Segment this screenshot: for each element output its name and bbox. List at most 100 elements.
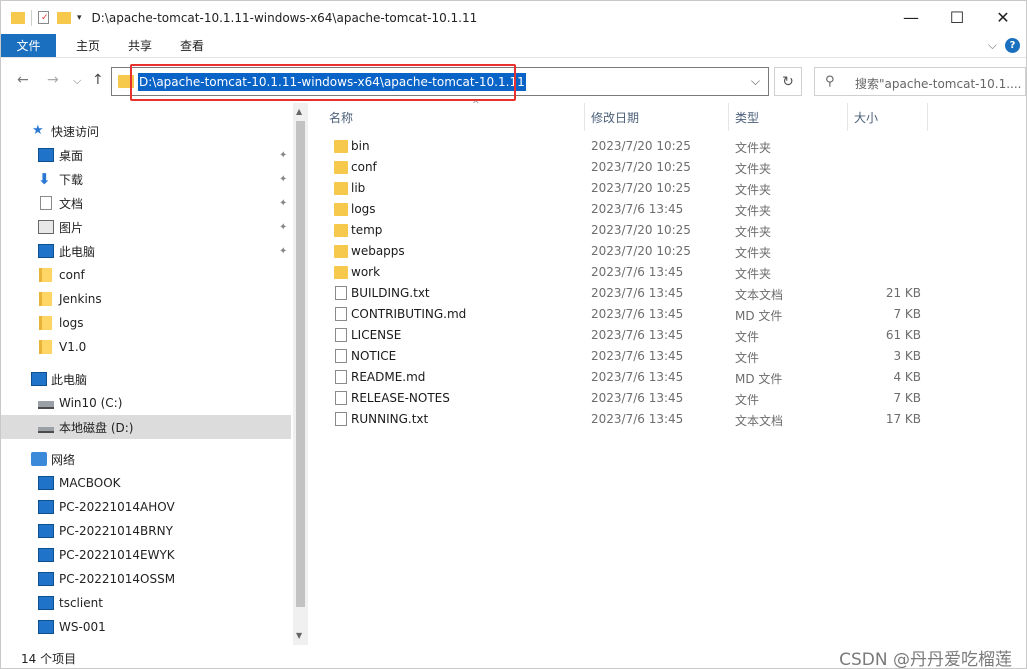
table-row[interactable]: conf 2023/7/20 10:25 文件夹 [308,157,928,178]
table-row[interactable]: work 2023/7/6 13:45 文件夹 [308,262,928,283]
table-row[interactable]: LICENSE 2023/7/6 13:45 文件 61 KB [308,325,928,346]
sidebar-item-ws-001[interactable]: WS-001 [1,615,291,639]
maximize-button[interactable]: ☐ [934,1,980,34]
file-size: 7 KB [893,391,921,405]
sidebar-item-quick-access[interactable]: ★ 快速访问 [1,119,291,143]
file-name: LICENSE [351,328,402,342]
pin-icon[interactable]: ✦ [279,246,287,257]
file-name: conf [351,160,377,174]
file-date: 2023/7/20 10:25 [591,181,691,195]
file-size: 3 KB [893,349,921,363]
sidebar-item-label: Win10 (C:) [59,396,123,410]
pin-icon[interactable]: ✦ [279,150,287,161]
forward-button[interactable]: → [47,72,59,88]
item-count: 14 个项目 [21,652,77,666]
tab-share[interactable]: 共享 [114,34,166,57]
customize-toolbar-icon[interactable]: ▾ [77,13,82,23]
sidebar-item-label: 快速访问 [51,124,100,139]
sidebar-item-desktop[interactable]: 桌面 ✦ [1,143,291,167]
file-name: logs [351,202,376,216]
sidebar-item-pc-ahov[interactable]: PC-20221014AHOV [1,495,291,519]
file-date: 2023/7/6 13:45 [591,370,684,384]
minimize-button[interactable]: — [888,1,934,34]
file-type: 文件夹 [735,204,772,218]
scroll-down-icon[interactable]: ▼ [296,631,302,640]
table-row[interactable]: RUNNING.txt 2023/7/6 13:45 文本文档 17 KB [308,409,928,430]
search-box[interactable]: ⚲ 搜索"apache-tomcat-10.1.... [814,67,1026,96]
sidebar-item-downloads[interactable]: ⬇ 下载 ✦ [1,167,291,191]
scroll-up-icon[interactable]: ▲ [296,107,302,116]
sidebar-item-network[interactable]: 网络 [1,447,291,471]
sidebar-item-conf[interactable]: conf [1,263,291,287]
pin-icon[interactable]: ✦ [279,198,287,209]
address-input[interactable]: D:\apache-tomcat-10.1.11-windows-x64\apa… [138,73,526,91]
sidebar-item-v1[interactable]: V1.0 [1,335,291,359]
pin-icon[interactable]: ✦ [279,174,287,185]
sidebar-item-tsclient[interactable]: tsclient [1,591,291,615]
file-type: 文件夹 [735,267,772,281]
desktop-icon [38,148,54,162]
table-row[interactable]: BUILDING.txt 2023/7/6 13:45 文本文档 21 KB [308,283,928,304]
sidebar-item-this-pc-pinned[interactable]: 此电脑 ✦ [1,239,291,263]
file-size: 7 KB [893,307,921,321]
table-row[interactable]: logs 2023/7/6 13:45 文件夹 [308,199,928,220]
file-type: 文件夹 [735,225,772,239]
pin-icon[interactable]: ✦ [279,222,287,233]
sidebar-item-pc-ewyk[interactable]: PC-20221014EWYK [1,543,291,567]
column-header-type[interactable]: 类型 [729,103,848,131]
tab-home[interactable]: 主页 [56,34,114,57]
table-row[interactable]: README.md 2023/7/6 13:45 MD 文件 4 KB [308,367,928,388]
table-row[interactable]: temp 2023/7/20 10:25 文件夹 [308,220,928,241]
sidebar-item-label: conf [59,268,85,282]
sidebar-item-drive-d[interactable]: 本地磁盘 (D:) [1,415,291,439]
sidebar-item-jenkins[interactable]: Jenkins [1,287,291,311]
file-date: 2023/7/20 10:25 [591,160,691,174]
up-button[interactable]: ↑ [92,72,104,88]
recent-locations-icon[interactable]: ⌵ [73,74,81,88]
file-name: RUNNING.txt [351,412,429,426]
table-row[interactable]: CONTRIBUTING.md 2023/7/6 13:45 MD 文件 7 K… [308,304,928,325]
status-bar: 14 个项目 CSDN @丹丹爱吃榴莲 [1,645,1026,668]
sidebar-item-pc-brny[interactable]: PC-20221014BRNY [1,519,291,543]
folder-icon [39,292,52,306]
file-type: MD 文件 [735,372,783,386]
address-bar[interactable]: D:\apache-tomcat-10.1.11-windows-x64\apa… [111,67,769,96]
address-dropdown-icon[interactable]: ⌵ [751,74,760,89]
search-input[interactable]: 搜索"apache-tomcat-10.1.... [855,75,1021,92]
table-row[interactable]: lib 2023/7/20 10:25 文件夹 [308,178,928,199]
sidebar-item-macbook[interactable]: MACBOOK [1,471,291,495]
file-icon [335,307,347,321]
sidebar-item-label: 本地磁盘 (D:) [59,420,134,435]
sidebar-item-pictures[interactable]: 图片 ✦ [1,215,291,239]
file-name: lib [351,181,366,195]
close-button[interactable]: ✕ [980,1,1026,34]
new-folder-icon[interactable] [57,11,71,24]
table-row[interactable]: webapps 2023/7/20 10:25 文件夹 [308,241,928,262]
table-row[interactable]: NOTICE 2023/7/6 13:45 文件 3 KB [308,346,928,367]
sidebar-item-documents[interactable]: 文档 ✦ [1,191,291,215]
drive-icon [38,401,54,409]
help-icon[interactable]: ? [1005,38,1020,53]
file-icon [335,370,347,384]
sidebar-item-this-pc[interactable]: 此电脑 [1,367,291,391]
sidebar-item-drive-c[interactable]: Win10 (C:) [1,391,291,415]
back-button[interactable]: ← [17,72,29,88]
column-header-date[interactable]: 修改日期 [585,103,729,131]
column-header-size[interactable]: 大小 [848,103,928,131]
file-date: 2023/7/20 10:25 [591,244,691,258]
sidebar-item-logs[interactable]: logs [1,311,291,335]
scrollbar-thumb[interactable] [296,121,305,607]
sidebar-scrollbar[interactable]: ▲ ▼ [293,103,308,645]
table-row[interactable]: bin 2023/7/20 10:25 文件夹 [308,136,928,157]
star-icon: ★ [32,123,44,138]
tab-view[interactable]: 查看 [166,34,218,57]
table-row[interactable]: RELEASE-NOTES 2023/7/6 13:45 文件 7 KB [308,388,928,409]
column-header-name[interactable]: 名称 ^ [329,100,585,131]
column-label: 修改日期 [591,110,640,125]
computer-icon [38,596,54,610]
expand-ribbon-icon[interactable]: ⌵ [988,38,997,53]
refresh-button[interactable]: ↻ [774,67,802,96]
properties-icon[interactable]: ✓ [38,11,49,24]
sidebar-item-pc-ossm[interactable]: PC-20221014OSSM [1,567,291,591]
tab-file[interactable]: 文件 [1,34,56,57]
